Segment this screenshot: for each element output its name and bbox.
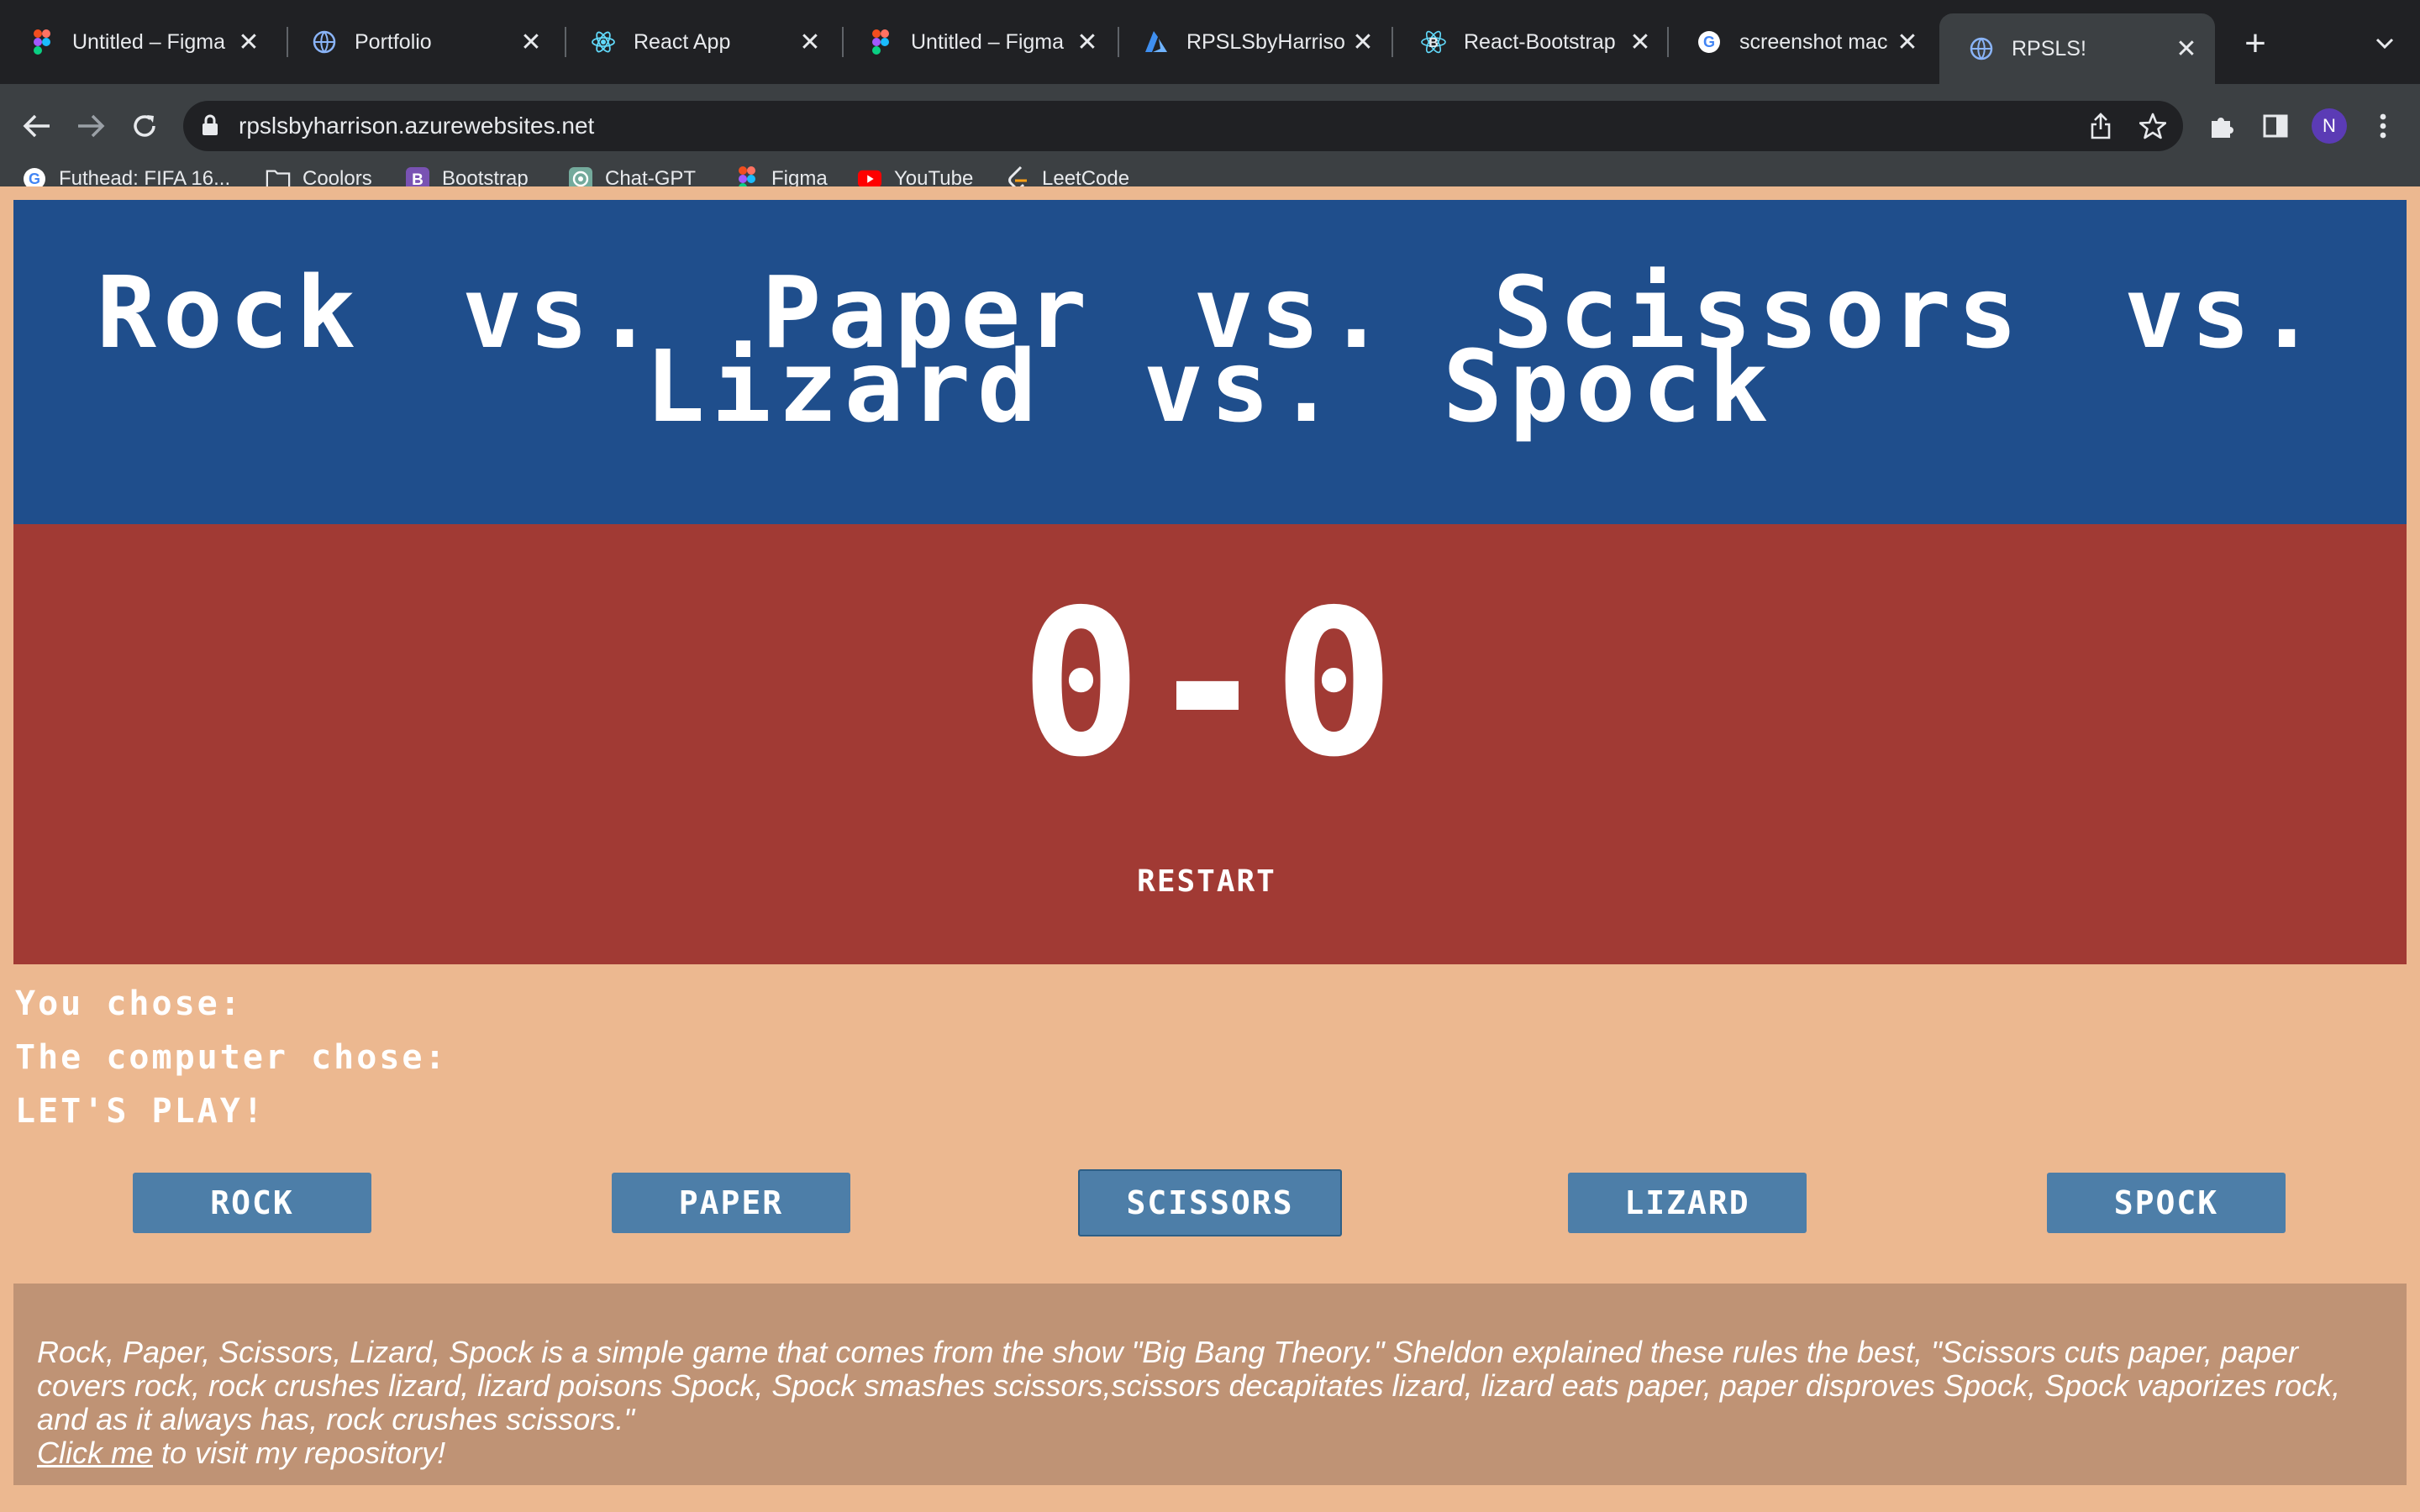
restart-button[interactable]: RESTART xyxy=(1106,852,1307,912)
profile-button[interactable]: N xyxy=(2304,101,2354,151)
tab-react-app[interactable]: React App ✕ xyxy=(561,13,839,71)
computer-choice-text: The computer chose: xyxy=(15,1038,448,1077)
tab-title: RPSLSbyHarrison xyxy=(1186,29,1346,54)
svg-text:G: G xyxy=(1703,34,1715,50)
close-icon[interactable]: ✕ xyxy=(793,25,827,59)
address-bar[interactable]: rpslsbyharrison.azurewebsites.net xyxy=(183,101,2183,151)
tab-rpslsbyharrison[interactable]: RPSLSbyHarrison ✕ xyxy=(1114,13,1392,71)
lock-icon xyxy=(202,114,218,140)
close-icon[interactable]: ✕ xyxy=(1623,25,1657,59)
close-icon[interactable]: ✕ xyxy=(1891,25,1924,59)
react-icon xyxy=(590,29,617,55)
lizard-button[interactable]: LIZARD xyxy=(1568,1173,1807,1233)
repository-link[interactable]: Click me xyxy=(37,1436,153,1470)
spock-button[interactable]: SPOCK xyxy=(2047,1173,2286,1233)
side-panel-icon xyxy=(2263,114,2288,138)
rules-text: Rock, Paper, Scissors, Lizard, Spock is … xyxy=(37,1335,2341,1436)
title-banner: Rock vs. Paper vs. Scissors vs. Lizard v… xyxy=(13,200,2407,524)
tab-title: screenshot mac - xyxy=(1739,29,1891,54)
arrow-right-icon xyxy=(78,114,105,138)
url-text: rpslsbyharrison.azurewebsites.net xyxy=(239,113,595,139)
round-result-text: LET'S PLAY! xyxy=(15,1092,266,1131)
link-suffix-text: to visit my repository! xyxy=(153,1436,446,1470)
new-tab-button[interactable]: + xyxy=(2232,20,2279,67)
bookmark-star-icon[interactable] xyxy=(2136,109,2170,143)
tab-title: Untitled – Figma xyxy=(911,29,1065,54)
tab-title: Portfolio xyxy=(355,29,432,54)
tab-screenshot-mac[interactable]: G screenshot mac - ✕ xyxy=(1667,13,1936,71)
scissors-button[interactable]: SCISSORS xyxy=(1078,1169,1342,1236)
figma-icon xyxy=(29,29,55,55)
globe-icon xyxy=(311,29,338,55)
rock-button[interactable]: ROCK xyxy=(133,1173,371,1233)
close-icon[interactable]: ✕ xyxy=(2170,32,2203,66)
chevron-down-icon xyxy=(2375,38,2394,50)
game-page: Rock vs. Paper vs. Scissors vs. Lizard v… xyxy=(0,186,2420,1512)
browser-toolbar: rpslsbyharrison.azurewebsites.net N G Fu… xyxy=(0,84,2420,203)
reload-button[interactable] xyxy=(119,101,170,151)
tab-rpsls-active[interactable]: RPSLS! ✕ xyxy=(1939,13,2215,84)
tab-untitled-figma-2[interactable]: Untitled – Figma ✕ xyxy=(839,13,1116,71)
tab-title: RPSLS! xyxy=(2012,36,2086,60)
arrow-left-icon xyxy=(23,114,50,138)
back-button[interactable] xyxy=(12,101,62,151)
more-vertical-icon xyxy=(2380,113,2386,139)
react-bootstrap-icon: B xyxy=(1420,29,1447,55)
puzzle-icon xyxy=(2212,118,2233,138)
close-icon[interactable]: ✕ xyxy=(232,25,266,59)
forward-button[interactable] xyxy=(66,101,116,151)
figma-icon xyxy=(867,29,894,55)
tab-search-button[interactable] xyxy=(2363,22,2407,66)
globe-icon xyxy=(1968,35,1995,62)
svg-text:B: B xyxy=(1428,36,1439,50)
svg-text:G: G xyxy=(29,171,40,187)
close-icon[interactable]: ✕ xyxy=(1071,25,1104,59)
player-choice-text: You chose: xyxy=(15,984,243,1023)
tab-title: React App xyxy=(634,29,731,54)
google-icon: G xyxy=(1696,29,1723,55)
azure-icon xyxy=(1143,29,1170,55)
tab-untitled-figma-1[interactable]: Untitled – Figma ✕ xyxy=(0,13,277,71)
browser-tab-strip: Untitled – Figma ✕ Portfolio ✕ React App… xyxy=(0,0,2420,84)
side-panel-button[interactable] xyxy=(2250,101,2301,151)
rules-paragraph: Rock, Paper, Scissors, Lizard, Spock is … xyxy=(37,1336,2390,1470)
tab-title: Untitled – Figma xyxy=(72,29,226,54)
tab-react-bootstrap[interactable]: B React-Bootstrap ✕ xyxy=(1392,13,1669,71)
share-icon[interactable] xyxy=(2084,109,2118,143)
close-icon[interactable]: ✕ xyxy=(1346,25,1380,59)
rules-panel: Rock, Paper, Scissors, Lizard, Spock is … xyxy=(13,1284,2407,1485)
tab-title: React-Bootstrap xyxy=(1464,29,1616,54)
tab-portfolio[interactable]: Portfolio ✕ xyxy=(282,13,560,71)
extensions-button[interactable] xyxy=(2196,101,2247,151)
scoreboard: 0-0 RESTART xyxy=(13,524,2407,964)
page-title: Rock vs. Paper vs. Scissors vs. Lizard v… xyxy=(96,255,2324,444)
chrome-menu-button[interactable] xyxy=(2358,101,2408,151)
avatar: N xyxy=(2312,108,2347,144)
close-icon[interactable]: ✕ xyxy=(514,25,548,59)
score-display: 0-0 xyxy=(1020,566,1400,801)
paper-button[interactable]: PAPER xyxy=(612,1173,850,1233)
reload-icon xyxy=(134,115,155,137)
